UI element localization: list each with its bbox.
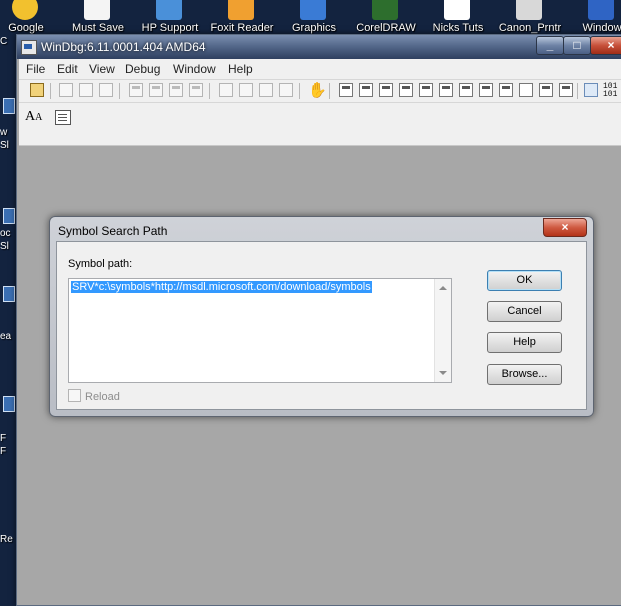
cancel-button[interactable]: Cancel (487, 301, 562, 322)
shortcut-icon[interactable] (3, 286, 15, 302)
properties-icon[interactable] (55, 110, 71, 125)
google-icon (12, 0, 38, 20)
desktop-fragment: F (0, 433, 7, 444)
checkbox-box[interactable] (68, 389, 81, 402)
watch-window-icon[interactable] (359, 83, 373, 97)
open-folder-icon[interactable] (30, 83, 44, 97)
desktop-icon-nicks-tuts[interactable]: Nicks Tuts (422, 0, 494, 36)
command-window-icon[interactable] (339, 83, 353, 97)
desktop-fragment: F (0, 446, 7, 457)
toolbar-separator (577, 83, 578, 99)
coreldraw-icon (372, 0, 398, 20)
menu-view[interactable]: View (89, 62, 115, 76)
foxit-reader-icon (228, 0, 254, 20)
desktop-icons: Google Must Save HP Support Foxit Reader… (0, 0, 621, 36)
desktop-icon-foxit-reader[interactable]: Foxit Reader (206, 0, 278, 36)
detach-icon[interactable] (189, 83, 203, 97)
desktop-fragment: w (0, 127, 8, 138)
menu-help[interactable]: Help (228, 62, 253, 76)
options-icon[interactable] (539, 83, 553, 97)
title-bar[interactable]: WinDbg:6.11.0001.404 AMD64 _ □ × (17, 35, 621, 59)
desktop-icon-window[interactable]: Window (566, 0, 621, 36)
desktop-icon-coreldraw[interactable]: CorelDRAW (350, 0, 422, 36)
toolbar-separator (299, 83, 300, 99)
toolbar-separator (329, 83, 330, 99)
desktop-icon-graphics[interactable]: Graphics (278, 0, 350, 36)
go-icon[interactable] (129, 83, 143, 97)
scratch-pad-icon[interactable] (479, 83, 493, 97)
processes-threads-icon[interactable] (499, 83, 513, 97)
desktop-icon-canon-printer[interactable]: Canon_Prntr (494, 0, 566, 36)
restart-icon[interactable] (149, 83, 163, 97)
desktop-fragment: oc (0, 228, 11, 239)
menu-file[interactable]: File (26, 62, 45, 76)
browse-button[interactable]: Browse... (487, 364, 562, 385)
folder-icon (84, 0, 110, 20)
desktop-fragment: Re (0, 534, 13, 545)
step-into-icon[interactable] (219, 83, 233, 97)
dialog-title: Symbol Search Path (58, 224, 168, 238)
maximize-button[interactable]: □ (563, 36, 591, 55)
memory-window-icon[interactable] (419, 83, 433, 97)
window-icon (588, 0, 614, 20)
scroll-down-arrow-icon[interactable] (439, 371, 447, 375)
dialog-body: Symbol path: SRV*c:\symbols*http://msdl.… (56, 241, 587, 410)
desktop-fragment: ea (0, 331, 12, 342)
menu-bar: File Edit View Debug Window Help (19, 59, 621, 80)
help-button[interactable]: Help (487, 332, 562, 353)
hp-support-icon (156, 0, 182, 20)
cut-icon[interactable] (59, 83, 73, 97)
toolbar-separator (50, 83, 51, 99)
shortcut-icon[interactable] (3, 396, 15, 412)
stop-debugging-icon[interactable] (169, 83, 183, 97)
shortcut-icon[interactable] (3, 208, 15, 224)
symbol-path-input[interactable]: SRV*c:\symbols*http://msdl.microsoft.com… (68, 278, 452, 383)
locals-window-icon[interactable] (379, 83, 393, 97)
main-toolbar: ✋ 101 101 (19, 80, 621, 103)
toolbar-separator (119, 83, 120, 99)
minimize-button[interactable]: _ (536, 36, 564, 55)
desktop-fragment: Sl (0, 241, 9, 252)
copy-icon[interactable] (79, 83, 93, 97)
close-button[interactable]: × (590, 36, 621, 55)
call-stack-icon[interactable] (439, 83, 453, 97)
toolbar-separator (209, 83, 210, 99)
source-mode-icon[interactable] (559, 83, 573, 97)
folder-icon (444, 0, 470, 20)
desktop-icon-must-save[interactable]: Must Save (62, 0, 134, 36)
desktop-fragment: Sl (0, 140, 9, 151)
source-mode-toggle-icon[interactable] (584, 83, 598, 97)
menu-window[interactable]: Window (173, 62, 216, 76)
font-icon[interactable]: AA (25, 109, 42, 125)
symbol-search-path-dialog: Symbol Search Path × Symbol path: SRV*c:… (49, 216, 594, 417)
step-out-icon[interactable] (259, 83, 273, 97)
vertical-scrollbar[interactable] (434, 279, 451, 382)
desktop-icon-google[interactable]: Google (0, 0, 62, 36)
desktop-fragment: C (0, 36, 8, 47)
ok-button[interactable]: OK (487, 270, 562, 291)
desktop-icon-hp-support[interactable]: HP Support (134, 0, 206, 36)
disassembly-icon[interactable] (459, 83, 473, 97)
menu-edit[interactable]: Edit (57, 62, 78, 76)
run-to-cursor-icon[interactable] (279, 83, 293, 97)
windbg-app-icon[interactable] (21, 40, 37, 55)
step-over-icon[interactable] (239, 83, 253, 97)
secondary-toolbar: AA (19, 103, 621, 146)
menu-debug[interactable]: Debug (125, 62, 160, 76)
symbol-path-label: Symbol path: (68, 258, 133, 270)
symbol-path-value[interactable]: SRV*c:\symbols*http://msdl.microsoft.com… (71, 281, 372, 293)
paste-icon[interactable] (99, 83, 113, 97)
hex-display-icon[interactable]: 101 101 (603, 83, 617, 99)
reload-checkbox[interactable]: Reload (68, 389, 120, 403)
folder-icon (300, 0, 326, 20)
window-title: WinDbg:6.11.0001.404 AMD64 (41, 40, 206, 54)
reload-label: Reload (85, 391, 120, 403)
scroll-up-arrow-icon[interactable] (439, 286, 447, 290)
registers-window-icon[interactable] (399, 83, 413, 97)
break-hand-icon[interactable]: ✋ (308, 81, 327, 99)
dialog-close-button[interactable]: × (543, 218, 587, 237)
blank-window-icon[interactable] (519, 83, 533, 97)
shortcut-icon[interactable] (3, 98, 15, 114)
printer-icon (516, 0, 542, 20)
